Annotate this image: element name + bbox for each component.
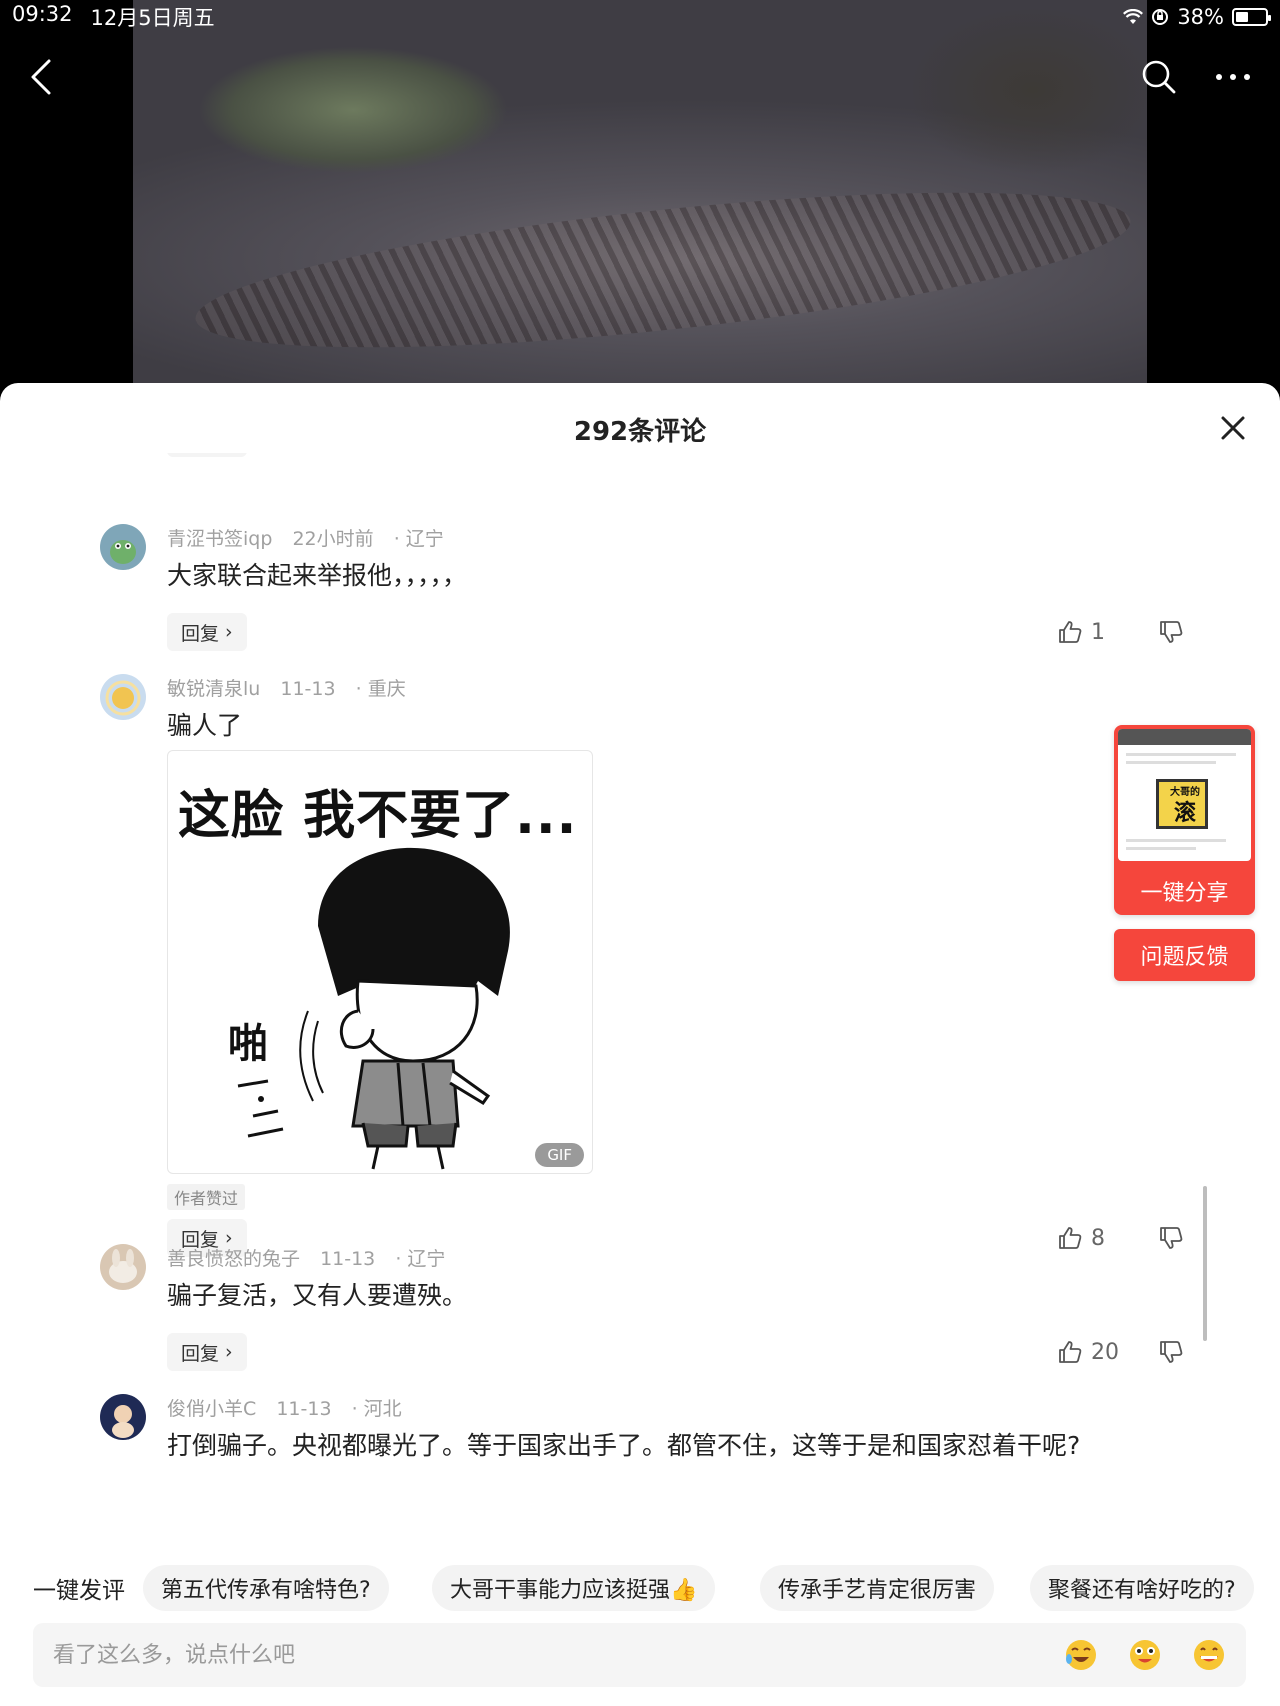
- thumbs-up-icon: [1059, 621, 1082, 643]
- one-click-share-label: 一键分享: [1140, 881, 1229, 906]
- like-button[interactable]: 8: [1057, 1219, 1105, 1257]
- comment-time: 11-13: [276, 1398, 332, 1420]
- comment-location: · 辽宁: [393, 528, 444, 550]
- comment-text: 大家联合起来举报他，，，，，: [167, 561, 468, 590]
- avatar-frog-icon: [100, 524, 146, 570]
- comment-text: 骗子复活，又有人要遭殃。: [167, 1281, 468, 1310]
- comment-location: · 重庆: [355, 678, 406, 700]
- quick-comment-label: 一键发评: [33, 1578, 125, 1604]
- username[interactable]: 善良愤怒的兔子: [167, 1248, 300, 1270]
- like-count: 1: [1091, 619, 1105, 645]
- comment-meta: 青涩书签iqp 22小时前 · 辽宁: [167, 524, 444, 551]
- more-icon: [1216, 74, 1250, 80]
- video-content-pot-rim: [189, 161, 1137, 379]
- reply-label: 回复: [181, 622, 220, 645]
- username[interactable]: 敏锐清泉lu: [167, 678, 260, 700]
- comment-location: · 辽宁: [395, 1248, 446, 1270]
- avatar-sun-icon: [100, 674, 146, 720]
- comment-sheet: 292条评论 回复 › 11: [0, 383, 1280, 1706]
- back-icon: [31, 59, 51, 95]
- more-button[interactable]: [1208, 52, 1258, 102]
- dislike-button[interactable]: [1158, 613, 1184, 651]
- orientation-lock-icon: [1152, 9, 1169, 25]
- reply-button[interactable]: 回复 ›: [167, 613, 247, 651]
- quick-comment-chip[interactable]: 传承手艺肯定很厉害: [760, 1565, 995, 1611]
- close-button[interactable]: [1218, 413, 1248, 443]
- quick-comment-chip[interactable]: 第五代传承有啥特色?: [143, 1565, 389, 1611]
- author-liked-tag: 作者赞过: [167, 1184, 246, 1210]
- back-button[interactable]: [16, 52, 66, 102]
- reply-label: 回复: [181, 1342, 220, 1365]
- status-time: 09:32: [12, 2, 73, 26]
- laughing-tears-emoji-icon[interactable]: [1063, 1637, 1099, 1673]
- wifi-icon: [1123, 9, 1144, 24]
- thumbs-down-icon: [1160, 1227, 1183, 1249]
- comment-input[interactable]: [53, 1623, 953, 1687]
- avatar[interactable]: [100, 1244, 146, 1290]
- video-player[interactable]: 09:32 12月5日周五 38%: [0, 0, 1280, 400]
- one-click-share-card[interactable]: 大哥的 滚 一键分享: [1114, 725, 1255, 915]
- username[interactable]: 俊俏小羊C: [167, 1398, 256, 1420]
- meme-character-illustration: [237, 847, 510, 1170]
- search-icon: [1142, 60, 1176, 94]
- close-icon: [1221, 416, 1245, 440]
- avatar[interactable]: [100, 1394, 146, 1440]
- thumbs-down-icon: [1160, 1341, 1183, 1363]
- comment-input-bar[interactable]: [33, 1623, 1246, 1687]
- comment-time: 11-13: [320, 1248, 376, 1270]
- battery-icon: [1232, 8, 1271, 26]
- comment-meta: 敏锐清泉lu 11-13 · 重庆: [167, 674, 406, 701]
- avatar-rabbit-icon: [100, 1244, 146, 1290]
- status-bar: 09:32 12月5日周五 38%: [0, 0, 1280, 34]
- dislike-button[interactable]: [1158, 1219, 1184, 1257]
- reply-button[interactable]: 回复 ›: [167, 453, 247, 457]
- share-preview-thumbnail: 大哥的 滚: [1118, 729, 1251, 861]
- dislike-button[interactable]: [1158, 453, 1184, 457]
- quick-comment-bar: 一键发评 第五代传承有啥特色? 大哥干事能力应该挺强👍 传承手艺肯定很厉害 聚餐…: [0, 1562, 1280, 1614]
- quick-comment-chip[interactable]: 聚餐还有啥好吃的?: [1030, 1565, 1254, 1611]
- comment-text: 骗人了: [167, 711, 243, 740]
- avatar-baby-icon: [100, 1394, 146, 1440]
- grin-emoji-icon[interactable]: [1191, 1637, 1227, 1673]
- like-button[interactable]: 1: [1057, 613, 1105, 651]
- comment-list[interactable]: 回复 › 11 青涩书签iqp: [0, 453, 1280, 1468]
- comment-count-title: 292条评论: [573, 417, 707, 447]
- like-count: 8: [1091, 1225, 1105, 1251]
- sound-effect-text: 啪: [228, 1021, 268, 1067]
- scrollbar[interactable]: [1203, 1186, 1207, 1341]
- battery-percent: 38%: [1177, 5, 1224, 29]
- gif-badge: GIF: [535, 1143, 584, 1167]
- comment-location: · 河北: [351, 1398, 402, 1420]
- thumbs-down-icon: [1160, 621, 1183, 643]
- like-count: 20: [1091, 1339, 1119, 1365]
- thumbs-up-icon: [1059, 1341, 1082, 1363]
- search-button[interactable]: [1134, 52, 1184, 102]
- username[interactable]: 青涩书签iqp: [167, 528, 272, 550]
- quick-comment-chip[interactable]: 大哥干事能力应该挺强👍: [432, 1565, 716, 1611]
- comment-time: 11-13: [280, 678, 336, 700]
- comment-gif-image[interactable]: 这脸 我不要了... 啪 GIF: [167, 750, 593, 1174]
- avatar[interactable]: [100, 524, 146, 570]
- star-eyes-emoji-icon[interactable]: [1127, 1637, 1163, 1673]
- comment-text: 打倒骗子。央视都曝光了。等于国家出手了。都管不住，这等于是和国家怼着干呢?: [167, 1431, 1081, 1460]
- chevron-right-icon: ›: [225, 621, 233, 643]
- reply-button[interactable]: 回复 ›: [167, 1333, 247, 1371]
- comment-time: 22小时前: [292, 528, 374, 550]
- thumbs-up-icon: [1059, 1227, 1082, 1249]
- share-thumb-sign-big: 滚: [1173, 801, 1196, 826]
- comment-meta: 善良愤怒的兔子 11-13 · 辽宁: [167, 1244, 445, 1271]
- like-button[interactable]: 11: [1057, 453, 1119, 457]
- avatar[interactable]: [100, 674, 146, 720]
- status-date: 12月5日周五: [90, 6, 215, 30]
- dislike-button[interactable]: [1158, 1333, 1184, 1371]
- chevron-right-icon: ›: [225, 1341, 233, 1363]
- comment-meta: 俊俏小羊C 11-13 · 河北: [167, 1394, 402, 1421]
- feedback-button[interactable]: 问题反馈: [1114, 929, 1255, 981]
- like-button[interactable]: 20: [1057, 1333, 1119, 1371]
- video-frame[interactable]: [133, 0, 1147, 400]
